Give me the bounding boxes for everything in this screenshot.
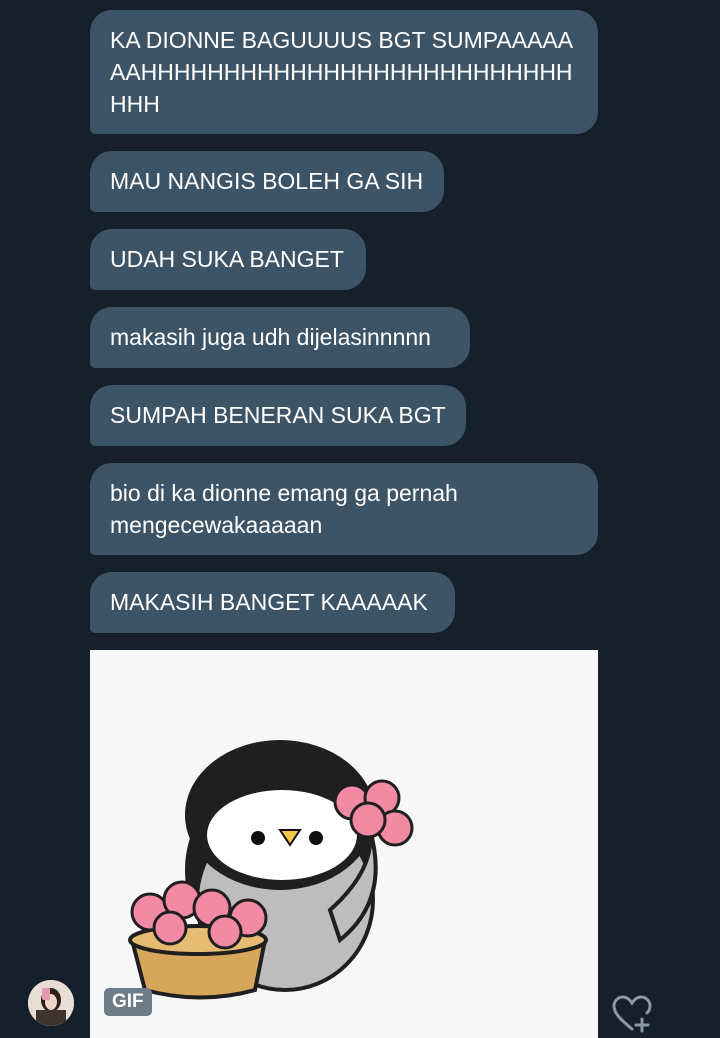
penguin-hearts-illustration (128, 740, 414, 1000)
message-bubble[interactable]: makasih juga udh dijelasinnnnn (90, 307, 470, 368)
message-bubble[interactable]: SUMPAH BENERAN SUKA BGT (90, 385, 466, 446)
heart-plus-icon[interactable] (612, 995, 654, 1033)
message-bubble[interactable]: KA DIONNE BAGUUUUS BGT SUMPAAAAAAAHHHHHH… (90, 10, 598, 134)
message-bubble[interactable]: UDAH SUKA BANGET (90, 229, 366, 290)
avatar-image (28, 980, 74, 1026)
message-bubble[interactable]: bio di ka dionne emang ga pernah mengece… (90, 463, 598, 555)
message-bubble[interactable]: MAU NANGIS BOLEH GA SIH (90, 151, 444, 212)
message-bubble[interactable]: MAKASIH BANGET KAAAAAK (90, 572, 455, 633)
gif-attachment[interactable] (90, 650, 598, 1038)
avatar[interactable] (28, 980, 74, 1026)
gif-badge: GIF (104, 988, 152, 1016)
